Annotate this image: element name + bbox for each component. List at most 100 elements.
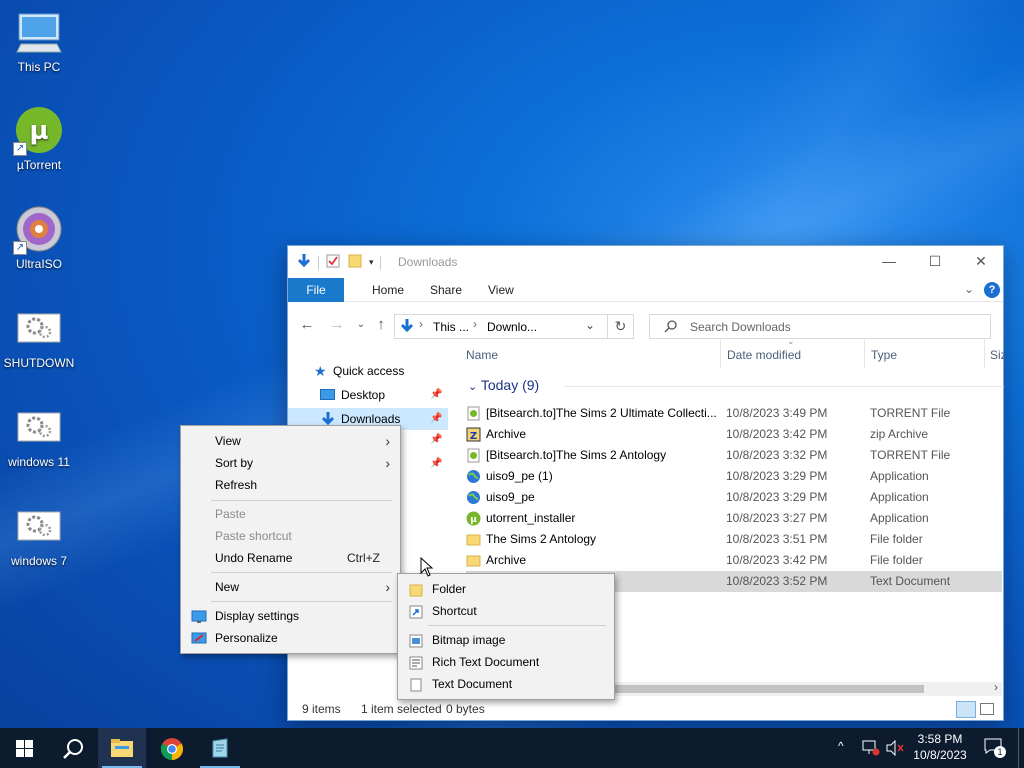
file-row[interactable]: [Bitsearch.to]The Sims 2 Ultimate Collec… <box>466 403 1002 424</box>
show-hidden-icons[interactable]: ^ <box>838 739 844 768</box>
pin-icon[interactable]: 📌 <box>430 384 442 406</box>
recent-locations-button[interactable]: ⌄ <box>350 315 372 337</box>
address-bar[interactable]: › This ... › Downlo... ⌄ <box>394 314 608 339</box>
chrome-icon <box>161 738 183 760</box>
column-date-modified[interactable]: Date modified <box>727 348 801 362</box>
menu-item-new-bitmap[interactable]: Bitmap image <box>398 629 614 651</box>
help-icon[interactable]: ? <box>984 282 1000 298</box>
file-row[interactable]: The Sims 2 Antology 10/8/2023 3:51 PM Fi… <box>466 529 1002 550</box>
menu-item-paste[interactable]: Paste <box>181 503 400 525</box>
refresh-button[interactable]: ↻ <box>608 314 634 339</box>
desktop-icon-windows-11[interactable]: windows 11 <box>0 403 78 469</box>
search-button[interactable] <box>48 728 96 768</box>
search-icon <box>664 319 678 336</box>
selection-info: 1 item selected <box>361 702 442 716</box>
file-date: 10/8/2023 3:42 PM <box>726 427 828 441</box>
properties-check-icon[interactable] <box>325 253 341 272</box>
up-button[interactable]: ↑ <box>370 315 392 337</box>
gear-file-icon <box>15 304 63 352</box>
display-settings-icon <box>191 609 207 623</box>
file-type: Application <box>870 511 929 525</box>
network-icon[interactable] <box>862 740 880 768</box>
utorrent-icon: µ ↗ <box>13 106 63 156</box>
desktop-icon-shutdown[interactable]: SHUTDOWN <box>0 304 78 370</box>
file-row[interactable]: [Bitsearch.to]The Sims 2 Antology 10/8/2… <box>466 445 1002 466</box>
quick-access-toolbar: ▾ <box>296 253 381 272</box>
menu-item-personalize[interactable]: Personalize <box>181 627 400 649</box>
menu-item-display-settings[interactable]: Display settings <box>181 605 400 627</box>
tab-file[interactable]: File <box>288 278 344 302</box>
menu-item-new-shortcut[interactable]: Shortcut <box>398 600 614 622</box>
desktop-icon-utorrent[interactable]: µ ↗ µTorrent <box>0 106 78 172</box>
column-divider[interactable] <box>864 338 865 368</box>
menu-item-sort-by[interactable]: Sort by › <box>181 452 400 474</box>
pin-icon[interactable]: 📌 <box>430 458 442 469</box>
star-icon: ★ <box>314 363 327 379</box>
menu-item-new-text-document[interactable]: Text Document <box>398 673 614 695</box>
shortcut-icon <box>408 604 424 619</box>
desktop-icon-windows-7[interactable]: windows 7 <box>0 502 78 568</box>
nav-item-quick-access[interactable]: ★ Quick access <box>288 360 448 382</box>
file-type: Application <box>870 490 929 504</box>
menu-item-refresh[interactable]: Refresh <box>181 474 400 496</box>
system-clock[interactable]: 3:58 PM 10/8/2023 <box>900 731 980 763</box>
rich-text-document-icon <box>408 655 424 670</box>
taskbar-chrome[interactable] <box>148 728 196 768</box>
file-row[interactable]: Z Archive 10/8/2023 3:42 PM zip Archive <box>466 424 1002 445</box>
pin-icon[interactable]: 📌 <box>430 434 442 445</box>
close-button[interactable]: ✕ <box>958 246 1004 278</box>
expand-ribbon-icon[interactable]: ⌄ <box>964 282 974 296</box>
menu-item-new-rich-text[interactable]: Rich Text Document <box>398 651 614 673</box>
breadcrumb-downloads[interactable]: Downlo... <box>487 320 537 334</box>
tab-view[interactable]: View <box>474 278 528 302</box>
show-desktop-button[interactable] <box>1018 728 1024 768</box>
torrent-file-icon <box>466 406 481 421</box>
column-divider[interactable] <box>720 338 721 368</box>
menu-item-label: Rich Text Document <box>432 655 540 669</box>
column-divider[interactable] <box>984 338 985 368</box>
forward-button[interactable]: → <box>326 315 348 337</box>
search-box[interactable]: Search Downloads <box>649 314 991 339</box>
column-name[interactable]: Name <box>466 348 498 362</box>
menu-item-new-folder[interactable]: Folder <box>398 578 614 600</box>
details-view-icon[interactable] <box>956 701 976 718</box>
file-row[interactable]: uiso9_pe 10/8/2023 3:29 PM Application <box>466 487 1002 508</box>
tab-share[interactable]: Share <box>416 278 476 302</box>
menu-item-label: Text Document <box>432 677 513 691</box>
menu-item-undo-rename[interactable]: Undo Rename Ctrl+Z <box>181 547 400 569</box>
menu-item-label: Sort by <box>215 456 254 470</box>
minimize-button[interactable]: — <box>866 246 912 278</box>
large-icons-view-icon[interactable] <box>980 703 994 715</box>
notification-center-button[interactable]: 1 <box>984 738 1006 758</box>
new-folder-icon[interactable] <box>347 253 363 272</box>
pin-icon[interactable]: 📌 <box>430 408 442 430</box>
desktop-folder-icon <box>320 389 335 400</box>
desktop-icon-label: windows 7 <box>10 554 68 568</box>
nav-item-desktop[interactable]: Desktop 📌 <box>288 384 448 406</box>
column-size[interactable]: Siz <box>990 348 1004 362</box>
taskbar-file-explorer[interactable] <box>98 728 146 768</box>
maximize-button[interactable]: ☐ <box>912 246 958 278</box>
taskbar-notepad[interactable] <box>196 728 244 768</box>
scroll-right-icon[interactable]: › <box>994 680 998 694</box>
file-date: 10/8/2023 3:51 PM <box>726 532 828 546</box>
group-header[interactable]: ⌄ Today (9) <box>468 377 1004 393</box>
breadcrumb-this-pc[interactable]: This ... <box>433 320 469 334</box>
chevron-right-icon: › <box>385 579 390 595</box>
column-type[interactable]: Type <box>871 348 897 362</box>
back-button[interactable]: ← <box>296 315 318 337</box>
desktop-icon-ultraiso[interactable]: ↗ UltraISO <box>0 205 78 271</box>
file-row[interactable]: µ utorrent_installer 10/8/2023 3:27 PM A… <box>466 508 1002 529</box>
start-button[interactable] <box>0 728 48 768</box>
menu-item-paste-shortcut[interactable]: Paste shortcut <box>181 525 400 547</box>
desktop-icon-this-pc[interactable]: This PC <box>0 8 78 74</box>
title-bar[interactable]: ▾ Downloads — ☐ ✕ <box>288 246 1003 278</box>
tab-home[interactable]: Home <box>358 278 418 302</box>
menu-item-new[interactable]: New › <box>181 576 400 598</box>
file-row[interactable]: uiso9_pe (1) 10/8/2023 3:29 PM Applicati… <box>466 466 1002 487</box>
customize-toolbar-icon[interactable]: ▾ <box>369 257 374 268</box>
address-dropdown-icon[interactable]: ⌄ <box>585 318 595 332</box>
menu-item-view[interactable]: View › <box>181 430 400 452</box>
file-row[interactable]: Archive 10/8/2023 3:42 PM File folder <box>466 550 1002 571</box>
torrent-file-icon <box>466 448 481 463</box>
